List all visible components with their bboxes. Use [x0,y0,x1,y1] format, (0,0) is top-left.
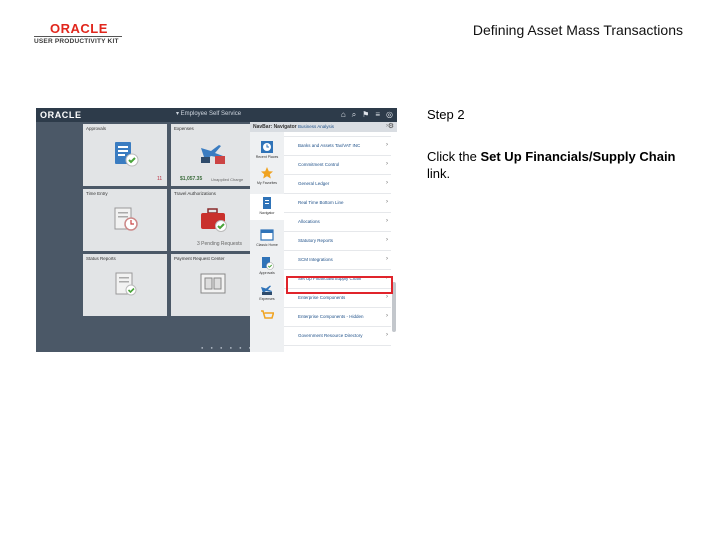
nav-item-label: Real Time Bottom Line [298,200,344,205]
nav-item-banks-assets[interactable]: Banks and Assets Tax/VAT INC › [284,137,391,156]
tile-title: Approvals [86,126,107,131]
nav-item-label: SCM Integrations [298,257,333,262]
chevron-right-icon: › [386,142,388,148]
logo-brand: ORACLE [50,21,108,36]
chevron-right-icon: › [386,313,388,319]
navbar-navigator[interactable]: Navigator [250,194,284,220]
navbar-more-item[interactable] [250,308,284,322]
nav-item-label: Enterprise Components [298,295,346,300]
tile-title: Status Reports [86,256,116,261]
nav-item-statutory-reports[interactable]: Statutory Reports › [284,232,391,251]
chevron-right-icon: › [386,161,388,167]
expenses-amount: $1,057.35 [180,176,203,182]
tile-travel-authorizations[interactable]: Travel Authorizations 3 Pending Requests [171,189,255,251]
tile-title: Payment Request Center [174,256,225,261]
tile-title: Travel Authorizations [174,191,216,196]
navbar-left-label: Navigator [259,211,275,215]
time-entry-icon [114,207,138,231]
tile-title: Time Entry [86,191,108,196]
homepage-selector[interactable]: ▾ Employee Self Service [176,110,241,117]
nav-item-government-resource-directory[interactable]: Government Resource Directory › [284,327,391,346]
navbar-expenses[interactable]: Expenses [250,282,284,301]
chevron-right-icon: › [386,218,388,224]
nav-item-label: Banks and Assets Tax/VAT INC [298,143,361,148]
nav-item-label: Commitment Control [298,162,340,167]
expenses-note: Unapplied Charge [211,177,244,182]
nav-item-general-ledger[interactable]: General Ledger › [284,175,391,194]
nav-item-real-time-bottom-line[interactable]: Real Time Bottom Line › [284,194,391,213]
document-title: Defining Asset Mass Transactions [472,22,683,38]
nav-item-label: Business Analysis [298,124,335,129]
highlight-box [286,276,393,294]
nav-item-commitment-control[interactable]: Commitment Control › [284,156,391,175]
nav-item-label: Enterprise Components - Hidden [298,314,364,319]
payment-request-icon [200,273,226,294]
chevron-right-icon: › [386,180,388,186]
navbar-left-column: Recent Places My Favorites Navigator Cla… [250,132,284,352]
logo-subtitle: USER PRODUCTIVITY KIT [34,38,119,45]
chevron-right-icon: › [386,294,388,300]
expenses-icon [261,285,272,295]
suitcase-icon [201,208,227,232]
application-screenshot: ORACLE ▾ Employee Self Service ⌂ ⌕ ⚑ ≡ ◎… [36,108,397,352]
pending-requests: 3 Pending Requests [197,241,243,247]
navbar-panel: NavBar: Navigator ⚙ Recent Places My Fav… [250,122,397,352]
navbar-my-favorites[interactable]: My Favorites [250,166,284,185]
logo-rule [34,36,122,37]
document-icon [263,197,271,209]
instruction-suffix: link. [427,166,451,181]
tile-expenses[interactable]: Expenses $1,057.35 Unapplied Charge [171,124,255,186]
navbar-classic-home[interactable]: Classic Home [250,228,284,247]
travel-expenses-icon [201,145,225,164]
navbar-left-label: Classic Home [256,243,278,247]
nav-item-scm-integrations[interactable]: SCM Integrations › [284,251,391,270]
approvals-icon [262,257,274,270]
tile-status-reports[interactable]: Status Reports [83,254,167,316]
clock-icon [261,141,273,153]
chevron-right-icon: › [386,256,388,262]
star-icon [261,167,273,179]
chevron-right-icon: › [386,123,388,129]
nav-item-enterprise-components-hidden[interactable]: Enterprise Components - Hidden › [284,308,391,327]
tile-title: Expenses [174,126,194,131]
approvals-icon [115,142,139,167]
navbar-left-label: Approvals [259,271,275,275]
chevron-right-icon: › [386,237,388,243]
chevron-right-icon: › [386,199,388,205]
instruction-prefix: Click the [427,149,481,164]
navbar-approvals[interactable]: Approvals [250,256,284,275]
nav-item-label: Statutory Reports [298,238,334,243]
approvals-count: 11 [157,176,163,182]
nav-item-business-analysis[interactable]: Business Analysis › [284,118,391,137]
window-icon [260,229,274,241]
page-indicator-dots[interactable]: ● ● ● ● ● ● [201,345,254,350]
app-logo: ORACLE [40,110,82,120]
tile-time-entry[interactable]: Time Entry [83,189,167,251]
cart-icon [261,310,274,319]
instruction-text: Click the Set Up Financials/Supply Chain… [427,148,677,182]
navbar-recent-places[interactable]: Recent Places [250,140,284,159]
status-report-icon [115,272,137,296]
nav-item-label: General Ledger [298,181,330,186]
upk-logo: ORACLE USER PRODUCTIVITY KIT [34,22,126,48]
instruction-link-name: Set Up Financials/Supply Chain [480,149,676,164]
navigator-list: Business Analysis › Banks and Assets Tax… [284,123,397,352]
step-label: Step 2 [427,107,465,122]
nav-item-label: Government Resource Directory [298,333,363,338]
chevron-right-icon: › [386,332,388,338]
navbar-left-label: Expenses [259,297,275,301]
nav-item-allocations[interactable]: Allocations › [284,213,391,232]
navbar-left-label: My Favorites [256,181,278,185]
tile-payment-request-center[interactable]: Payment Request Center [171,254,255,316]
nav-item-label: Allocations [298,219,320,224]
tile-approvals[interactable]: Approvals 11 [83,124,167,186]
navbar-left-label: Recent Places [255,155,279,159]
